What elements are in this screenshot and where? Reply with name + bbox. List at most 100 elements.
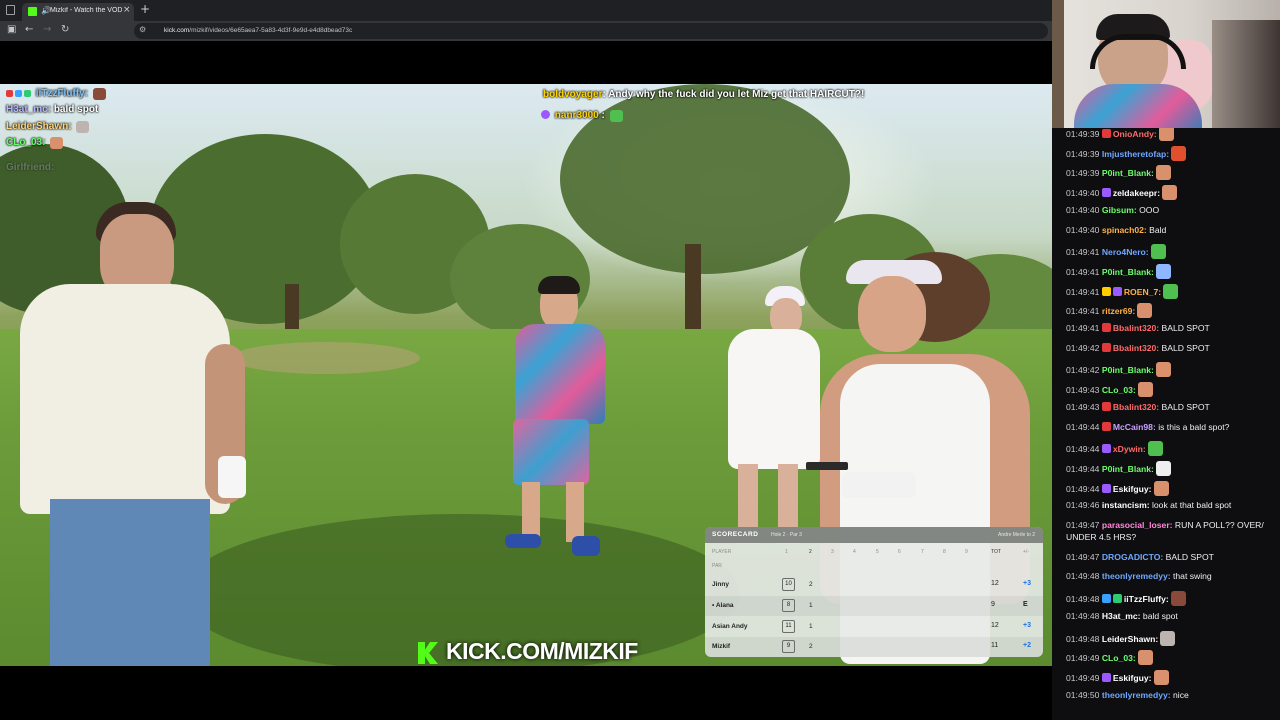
hole-number: 5 — [876, 549, 879, 555]
chat-username[interactable]: H3at_mc: — [1102, 611, 1141, 621]
player-col-label: PLAYER — [712, 549, 732, 555]
badge-icon — [15, 90, 22, 97]
tab-list-icon[interactable] — [6, 5, 15, 15]
new-tab-button[interactable]: + — [140, 2, 150, 16]
overlay-chat-line: LeiderShawn: — [6, 121, 90, 133]
chat-timestamp: 01:49:42 — [1066, 365, 1102, 376]
chat-username[interactable]: CLo_03: — [1102, 653, 1136, 663]
chat-username[interactable]: Gibsum: — [1102, 205, 1137, 215]
badge-icon — [6, 90, 13, 97]
chat-message: 01:49:41 ritzer69: — [1066, 303, 1278, 319]
overlay-message: : — [598, 110, 605, 121]
player-name: Jinny — [712, 581, 729, 588]
overlay-username: CLo_03: — [6, 137, 46, 148]
chat-text: look at that bald spot — [1149, 500, 1232, 511]
hole-1-score: 11 — [782, 620, 795, 633]
chat-username[interactable]: Bbalint320: — [1113, 402, 1159, 412]
hole-2-score: 1 — [809, 623, 813, 630]
chat-username[interactable]: P0int_Blank: — [1102, 464, 1154, 474]
chat-username[interactable]: P0int_Blank: — [1102, 168, 1154, 178]
chat-timestamp: 01:49:41 — [1066, 306, 1102, 317]
chat-username[interactable]: Bbalint320: — [1113, 323, 1159, 333]
hole-number: 2 — [809, 549, 812, 555]
chat-message: 01:49:40 zeldakeepr: — [1066, 185, 1278, 201]
white-dress — [728, 329, 820, 469]
chat-username[interactable]: ritzer69: — [1102, 306, 1135, 316]
back-arrow-icon[interactable]: ← — [25, 24, 33, 35]
scorecard-header: SCORECARD Hole 2 · Par 3 Andre Merle to … — [705, 527, 1043, 543]
chat-message: 01:49:50 theonlyremedyy: nice — [1066, 690, 1278, 701]
chat-timestamp: 01:49:43 — [1066, 385, 1102, 396]
chat-emote-icon — [1163, 283, 1179, 299]
webcam-feed — [1052, 0, 1280, 128]
hole-1-score: 10 — [782, 578, 795, 591]
total-score: 12 — [991, 622, 999, 629]
site-info-icon[interactable]: ⚙ — [139, 25, 146, 34]
forward-arrow-icon[interactable]: → — [43, 24, 51, 35]
chat-username[interactable]: iiTzzFluffy: — [1124, 594, 1169, 604]
scorecard-note: Andre Merle to 2 — [998, 532, 1035, 538]
chat-username[interactable]: CLo_03: — [1102, 385, 1136, 395]
chat-username[interactable]: spinach02: — [1102, 225, 1147, 235]
chat-message: 01:49:44 McCain98: is this a bald spot? — [1066, 421, 1278, 433]
chat-username[interactable]: parasocial_loser: — [1102, 520, 1173, 530]
chat-username[interactable]: LeiderShawn: — [1102, 634, 1158, 644]
chat-username[interactable]: instancism: — [1102, 500, 1150, 510]
person-leg — [522, 482, 540, 542]
address-bar[interactable]: ⚙ kick.com/mizkif/videos/6e65aea7-5a83-4… — [134, 23, 1048, 39]
hole-1-score: 8 — [782, 599, 795, 612]
chat-timestamp: 01:49:44 — [1066, 483, 1102, 494]
chat-username[interactable]: Eskifguy: — [1113, 673, 1152, 683]
chat-emote-icon — [1137, 650, 1153, 666]
overlay-chat-line: boldvoyager: Andy why the fuck did you l… — [543, 89, 864, 100]
floral-shirt — [515, 324, 605, 424]
chat-text: BALD SPOT — [1159, 342, 1210, 353]
reload-icon[interactable]: ↻ — [61, 24, 69, 35]
chat-username[interactable]: OnioAndy: — [1113, 129, 1157, 139]
tab-close-icon[interactable]: × — [123, 5, 131, 15]
chat-timestamp: 01:49:41 — [1066, 247, 1102, 258]
scorecard-hole: Hole 2 · Par 3 — [771, 532, 802, 538]
chat-username[interactable]: Nero4Nero: — [1102, 247, 1149, 257]
chat-message: 01:49:42 Bbalint320: BALD SPOT — [1066, 342, 1278, 354]
sidebar-toggle-icon[interactable]: ▣ — [7, 24, 16, 35]
chat-username[interactable]: Eskifguy: — [1113, 484, 1152, 494]
hole-number: 7 — [921, 549, 924, 555]
browser-tab[interactable]: 🔊 Mizkif - Watch the VOD on × — [22, 3, 134, 21]
scorecard-row: Mizkif 9 2 11 +2 — [705, 637, 1043, 657]
chat-username[interactable]: theonlyremedyy: — [1102, 571, 1171, 581]
chat-badge-icon — [1101, 401, 1111, 411]
player-name: Asian Andy — [712, 623, 748, 630]
chat-username[interactable]: Imjustheretofap: — [1102, 149, 1169, 159]
chat-username[interactable]: xDywin: — [1113, 444, 1146, 454]
chat-username[interactable]: P0int_Blank: — [1102, 267, 1154, 277]
chat-timestamp: 01:49:42 — [1066, 342, 1102, 353]
chat-emote-icon — [1155, 165, 1171, 181]
chat-username[interactable]: McCain98: — [1113, 422, 1156, 432]
chat-timestamp: 01:49:49 — [1066, 672, 1102, 683]
hole-number: 8 — [943, 549, 946, 555]
chat-emote-icon — [1155, 362, 1171, 378]
total-score: 11 — [991, 642, 999, 649]
chat-timestamp: 01:49:39 — [1066, 148, 1102, 159]
chat-message: 01:49:44 xDywin: — [1066, 441, 1278, 457]
chat-badge-icon — [1101, 129, 1111, 138]
chat-message: 01:49:44 P0int_Blank: — [1066, 460, 1278, 476]
chat-username[interactable]: theonlyremedyy: — [1102, 690, 1171, 700]
chat-username[interactable]: P0int_Blank: — [1102, 365, 1154, 375]
chat-message: 01:49:39 OnioAndy: — [1066, 128, 1278, 141]
person-hair — [538, 276, 580, 294]
chat-emote-icon — [1155, 263, 1171, 279]
chat-timestamp: 01:49:48 — [1066, 633, 1102, 644]
chat-message: 01:49:47 parasocial_loser: RUN A POLL?? … — [1066, 520, 1278, 531]
chat-text: BALD SPOT — [1159, 401, 1210, 412]
chat-username[interactable]: ROEN_7: — [1124, 287, 1161, 297]
overlay-username: H3at_mc: — [6, 104, 52, 115]
chat-timestamp: 01:49:40 — [1066, 204, 1102, 215]
chat-timestamp: 01:49:47 — [1066, 551, 1102, 562]
chat-username[interactable]: Bbalint320: — [1113, 343, 1159, 353]
chat-message: 01:49:49 Eskifguy: — [1066, 669, 1278, 685]
hole-2-score: 2 — [809, 581, 813, 588]
chat-username[interactable]: zeldakeepr: — [1113, 188, 1160, 198]
chat-username[interactable]: DROGADICTO: — [1102, 552, 1163, 562]
